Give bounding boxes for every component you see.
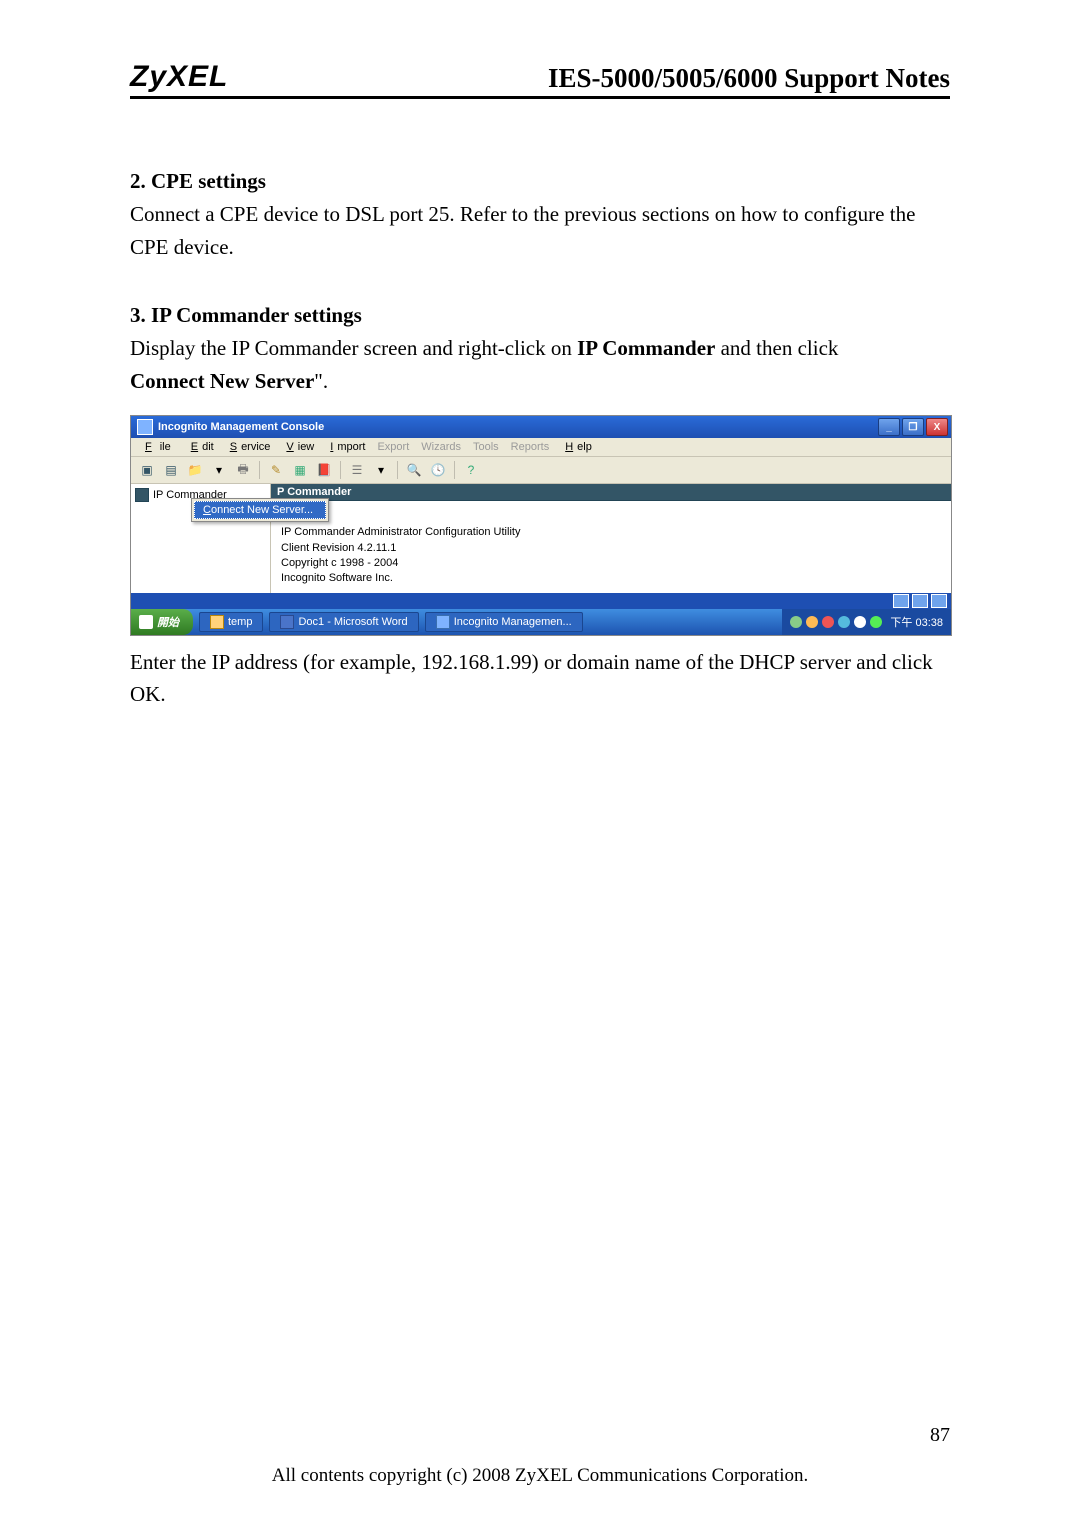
toolbar: ▣ ▤ 📁 ▾ 🖶 ✎ ▦ 📕 ☰ ▾ 🔍 🕓 ?: [131, 457, 951, 484]
status-bar: [131, 593, 951, 609]
toolbar-icon-2[interactable]: ▤: [161, 460, 181, 480]
toolbar-folder-icon[interactable]: 📁: [185, 460, 205, 480]
start-button-label: 開始: [157, 614, 179, 630]
toolbar-grid-icon[interactable]: ▦: [290, 460, 310, 480]
menu-help[interactable]: Help: [557, 440, 596, 454]
section3-bold1: IP Commander: [577, 336, 715, 360]
toolbar-book-icon[interactable]: 📕: [314, 460, 334, 480]
toolbar-zoom-icon[interactable]: 🔍: [404, 460, 424, 480]
after-screenshot-paragraph: Enter the IP address (for example, 192.1…: [130, 646, 950, 711]
menu-reports: Reports: [507, 440, 554, 454]
section-2-heading: 2. CPE settings: [130, 169, 950, 194]
section-3-heading: 3. IP Commander settings: [130, 303, 950, 328]
tree-node-icon: [135, 488, 149, 502]
menu-view[interactable]: View: [278, 440, 318, 454]
tray-icon[interactable]: [870, 616, 882, 628]
toolbar-help-icon[interactable]: ?: [461, 460, 481, 480]
section3-post: ".: [314, 369, 328, 393]
status-icon-2: [912, 594, 928, 608]
detail-line-4: Incognito Software Inc.: [281, 571, 941, 586]
toolbar-clock-icon[interactable]: 🕓: [428, 460, 448, 480]
start-button[interactable]: 開始: [131, 609, 193, 635]
taskbar-item-temp[interactable]: temp: [199, 612, 263, 632]
minimize-button[interactable]: _: [878, 418, 900, 436]
detail-pane-header: P Commander: [271, 484, 951, 501]
copyright-footer: All contents copyright (c) 2008 ZyXEL Co…: [0, 1465, 1080, 1487]
menu-file[interactable]: File: [137, 440, 179, 454]
section3-bold2: Connect New Server: [130, 369, 314, 393]
section-2-paragraph: Connect a CPE device to DSL port 25. Ref…: [130, 198, 950, 263]
close-button[interactable]: X: [926, 418, 948, 436]
taskbar-item-label: Incognito Managemen...: [454, 616, 572, 628]
window-title: Incognito Management Console: [158, 421, 324, 433]
toolbar-list-icon[interactable]: ☰: [347, 460, 367, 480]
toolbar-separator-2: [340, 461, 341, 479]
taskbar-clock: 下午 03:38: [890, 614, 943, 630]
section3-pre: Display the IP Commander screen and righ…: [130, 336, 577, 360]
tray-icon[interactable]: [806, 616, 818, 628]
page-header: ZyXEL IES-5000/5005/6000 Support Notes: [130, 60, 950, 99]
window-titlebar[interactable]: Incognito Management Console _ ❐ X: [131, 416, 951, 438]
menu-edit[interactable]: Edit: [183, 440, 218, 454]
tray-icon[interactable]: [822, 616, 834, 628]
taskbar-item-word[interactable]: Doc1 - Microsoft Word: [269, 612, 418, 632]
menu-service[interactable]: Service: [222, 440, 275, 454]
context-menu-connect-new-server[interactable]: Connect New Server...: [194, 501, 326, 519]
toolbar-separator: [259, 461, 260, 479]
detail-pane: P Commander IP Commander Administrator C…: [271, 484, 951, 593]
taskbar-item-label: Doc1 - Microsoft Word: [298, 616, 407, 628]
menu-import[interactable]: Import: [322, 440, 369, 454]
toolbar-print-icon[interactable]: 🖶: [233, 460, 253, 480]
menu-export: Export: [373, 440, 413, 454]
maximize-button[interactable]: ❐: [902, 418, 924, 436]
status-icon-1: [893, 594, 909, 608]
toolbar-separator-4: [454, 461, 455, 479]
app-icon: [137, 419, 153, 435]
menu-bar: File Edit Service View Import Export Wiz…: [131, 438, 951, 457]
menu-tools: Tools: [469, 440, 503, 454]
toolbar-dropdown-icon[interactable]: ▾: [209, 460, 229, 480]
logo: ZyXEL: [130, 60, 228, 94]
tree-pane: IP Commander Connect New Server...: [131, 484, 271, 593]
section3-mid: and then click: [715, 336, 838, 360]
app-screenshot: Incognito Management Console _ ❐ X File …: [130, 415, 952, 636]
context-menu: Connect New Server...: [191, 498, 329, 522]
windows-flag-icon: [139, 615, 153, 629]
page-number: 87: [930, 1424, 950, 1447]
detail-line-3: Copyright c 1998 - 2004: [281, 556, 941, 571]
toolbar-dropdown-2-icon[interactable]: ▾: [371, 460, 391, 480]
taskbar-item-label: temp: [228, 616, 252, 628]
detail-line-2: Client Revision 4.2.11.1: [281, 541, 941, 556]
section-3-paragraph: Display the IP Commander screen and righ…: [130, 332, 950, 397]
system-tray[interactable]: 下午 03:38: [782, 609, 951, 635]
folder-icon: [210, 615, 224, 629]
doc-title: IES-5000/5005/6000 Support Notes: [548, 63, 950, 94]
toolbar-separator-3: [397, 461, 398, 479]
content-area: IP Commander Connect New Server... P Com…: [131, 484, 951, 593]
taskbar: 開始 temp Doc1 - Microsoft Word Incognito …: [131, 609, 951, 635]
status-icon-3: [931, 594, 947, 608]
tray-icon[interactable]: [838, 616, 850, 628]
word-icon: [280, 615, 294, 629]
toolbar-pencil-icon[interactable]: ✎: [266, 460, 286, 480]
tray-icon[interactable]: [790, 616, 802, 628]
detail-line-1: IP Commander Administrator Configuration…: [281, 525, 941, 540]
tray-icon[interactable]: [854, 616, 866, 628]
taskbar-item-incognito[interactable]: Incognito Managemen...: [425, 612, 583, 632]
toolbar-icon-1[interactable]: ▣: [137, 460, 157, 480]
menu-wizards: Wizards: [417, 440, 465, 454]
app-task-icon: [436, 615, 450, 629]
